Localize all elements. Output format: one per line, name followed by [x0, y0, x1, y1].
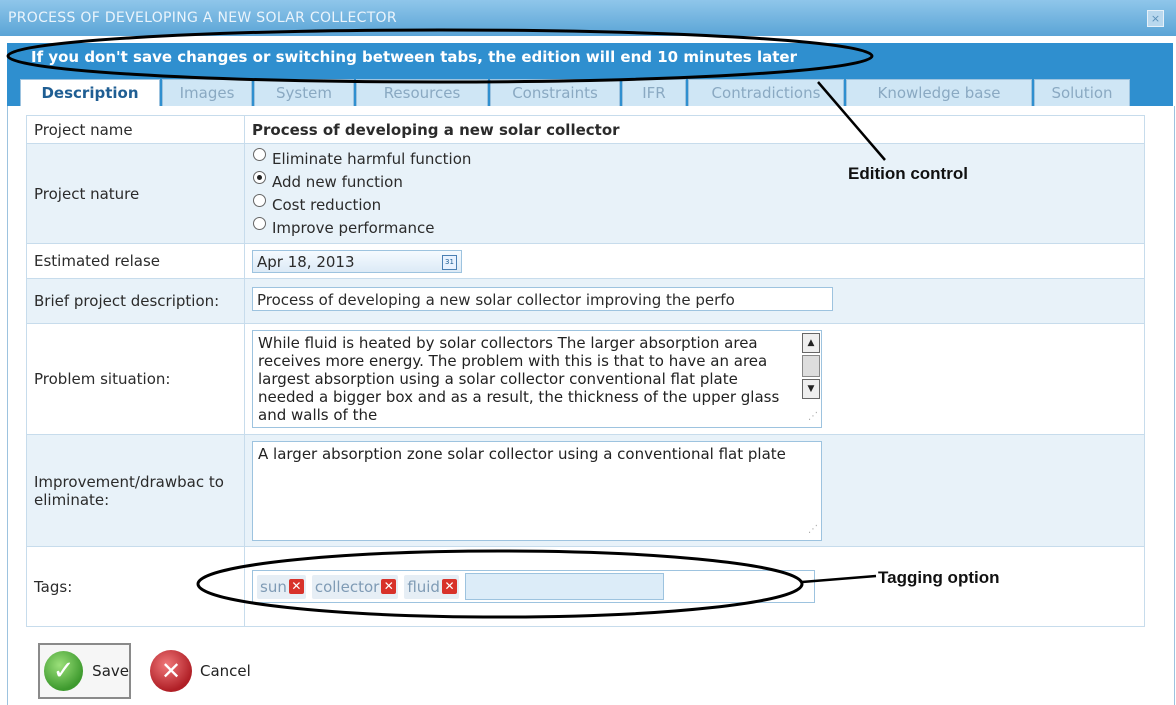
tagging-option-annotation: Tagging option [878, 568, 1000, 587]
edition-control-annotation: Edition control [848, 164, 968, 183]
edition-control-ellipse [6, 28, 874, 84]
tagging-option-ellipse [196, 549, 804, 619]
tagging-option-pointer [801, 574, 877, 584]
dialog-window: PROCESS OF DEVELOPING A NEW SOLAR COLLEC… [0, 0, 1176, 705]
edition-control-pointer [817, 81, 886, 161]
annotation-overlay [6, 28, 886, 619]
